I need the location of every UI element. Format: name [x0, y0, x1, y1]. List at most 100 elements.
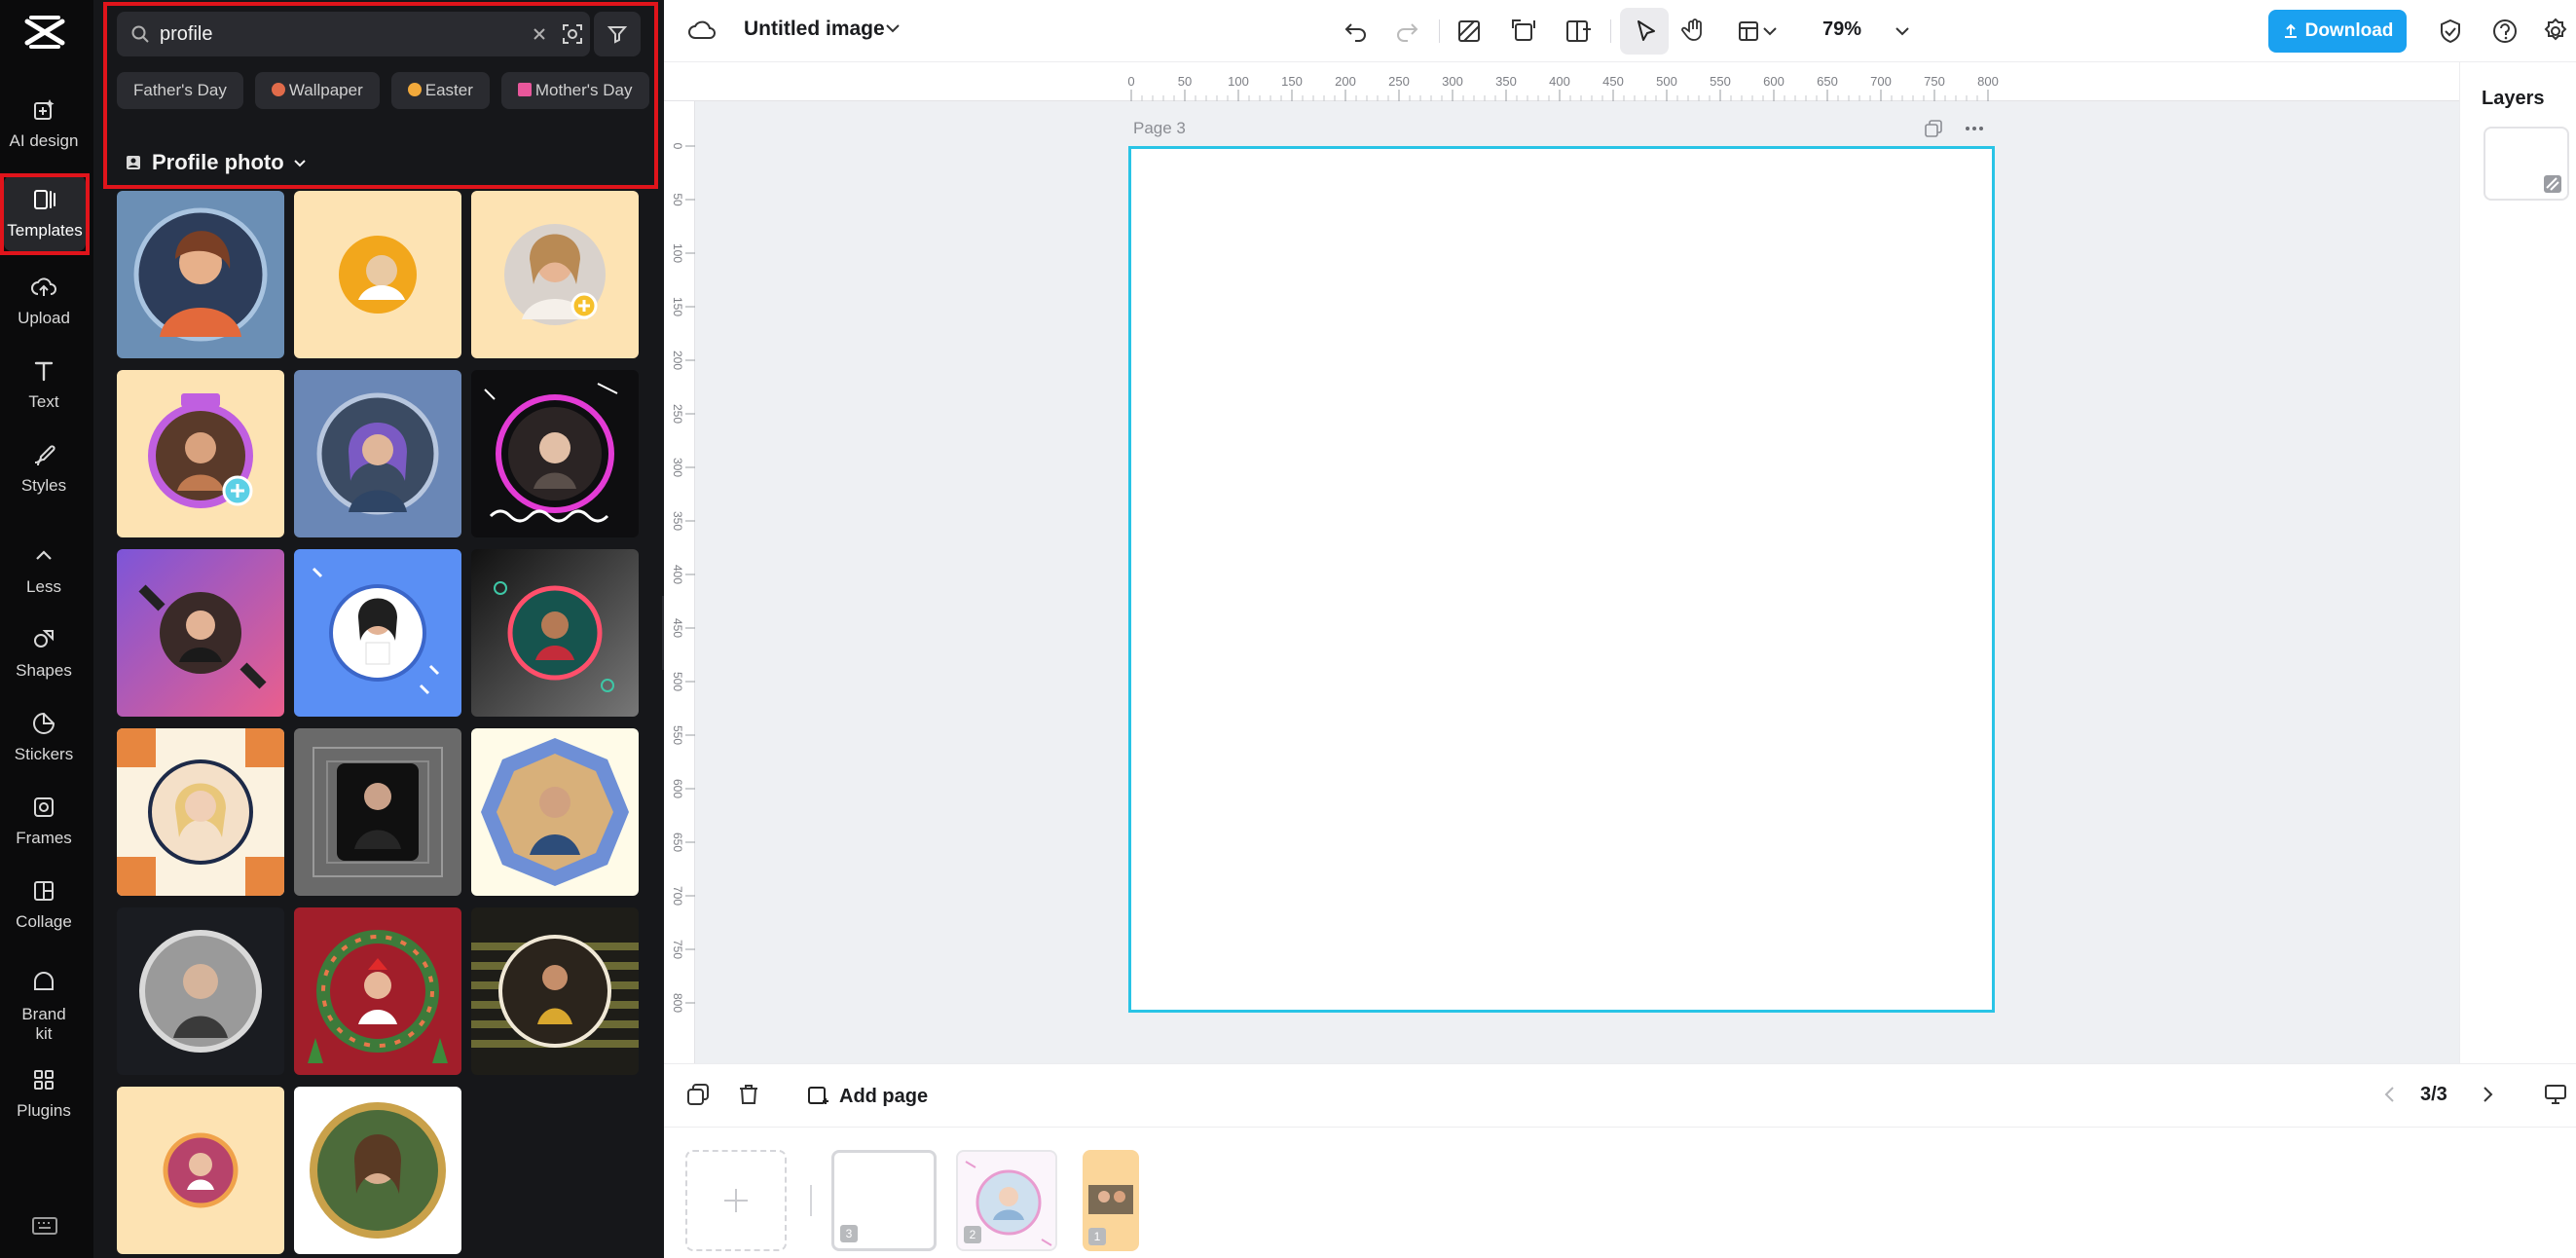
ruler-label: 250	[671, 404, 684, 424]
presentation-icon[interactable]	[2543, 1082, 2568, 1107]
template-preview	[294, 1087, 461, 1254]
chevron-down-icon[interactable]	[882, 18, 903, 39]
chip-fathers-day[interactable]: Father's Day	[117, 72, 243, 109]
more-options-icon[interactable]	[1963, 119, 1986, 138]
template-card[interactable]	[117, 728, 284, 896]
add-page-slot[interactable]	[685, 1150, 787, 1251]
chevron-down-icon[interactable]	[1893, 21, 1912, 41]
section-header-profile-photo[interactable]: Profile photo	[125, 148, 308, 177]
template-card[interactable]	[117, 191, 284, 358]
template-card[interactable]	[471, 549, 639, 717]
rail-item-collage[interactable]: Collage	[0, 867, 88, 943]
template-card[interactable]	[471, 370, 639, 537]
hand-tool-icon[interactable]	[1680, 16, 1710, 45]
rail-item-plugins[interactable]: Plugins	[0, 1055, 88, 1131]
rail-item-shapes[interactable]: Shapes	[0, 615, 88, 691]
page-number: 2	[964, 1226, 981, 1243]
rail-item-ai-design[interactable]: AI design	[0, 86, 88, 162]
template-card[interactable]	[294, 191, 461, 358]
rail-item-label: Brand kit	[21, 1005, 66, 1043]
rail-item-styles[interactable]: Styles	[0, 430, 88, 506]
rail-item-frames[interactable]: Frames	[0, 783, 88, 859]
shield-check-icon[interactable]	[2436, 17, 2465, 46]
template-card[interactable]	[471, 728, 639, 896]
page-label[interactable]: Page 3	[1133, 119, 1186, 138]
cloud-save-icon[interactable]	[687, 17, 717, 46]
design-page-canvas[interactable]	[1128, 146, 1995, 1013]
stickers-icon	[33, 712, 55, 734]
add-element-icon[interactable]	[1564, 17, 1593, 46]
layers-title: Layers	[2482, 88, 2545, 109]
vertical-ruler: 0 50 100 150 200 250 300 350 400 450 500 550 600 650 7…	[664, 101, 695, 1063]
duplicate-page-icon[interactable]	[1924, 119, 1943, 138]
rail-item-less[interactable]: Less	[0, 532, 88, 608]
template-card[interactable]	[294, 907, 461, 1075]
template-card[interactable]	[294, 728, 461, 896]
duplicate-icon[interactable]	[685, 1082, 711, 1107]
rail-item-label: Less	[26, 577, 61, 596]
help-icon[interactable]	[2490, 17, 2520, 46]
rail-item-label: Templates	[7, 221, 83, 240]
rail-item-label: Plugins	[17, 1101, 71, 1120]
ruler-label: 100	[1228, 74, 1249, 89]
rail-item-label: Upload	[18, 309, 70, 327]
rail-item-label: Shapes	[16, 661, 72, 680]
chip-label: Father's Day	[133, 81, 227, 99]
image-search-icon[interactable]	[561, 22, 584, 46]
select-tool-button[interactable]	[1620, 8, 1669, 55]
ruler-label: 100	[671, 243, 684, 263]
chip-mothers-day[interactable]: Mother's Day	[500, 72, 649, 109]
clear-search-icon[interactable]	[530, 24, 549, 44]
upload-arrow-icon	[2284, 23, 2297, 38]
page-thumbnail[interactable]: 1	[1083, 1150, 1139, 1251]
page-thumbnail[interactable]: 2	[956, 1150, 1057, 1251]
canvas-area[interactable]: 0 50 100 150 200 250 300 350 400 450 500 550 600 650 7…	[664, 62, 2459, 1063]
ruler-label: 0	[1127, 74, 1134, 89]
template-card[interactable]	[471, 191, 639, 358]
add-page-button[interactable]: Add page	[806, 1082, 928, 1111]
keyboard-icon[interactable]	[31, 1215, 58, 1237]
zoom-level[interactable]: 79%	[1822, 18, 1861, 41]
chip-wallpaper[interactable]: Wallpaper	[254, 72, 380, 109]
document-title[interactable]: Untitled image	[744, 18, 885, 41]
ruler-label: 0	[671, 143, 684, 150]
chip-easter[interactable]: Easter	[390, 72, 490, 109]
filter-button[interactable]	[594, 12, 641, 56]
rail-item-stickers[interactable]: Stickers	[0, 699, 88, 775]
settings-gear-icon[interactable]	[2541, 17, 2570, 46]
redo-icon[interactable]	[1392, 17, 1421, 46]
template-card[interactable]	[294, 1087, 461, 1254]
template-card[interactable]	[117, 549, 284, 717]
add-page-icon	[808, 1087, 828, 1104]
chevron-down-icon[interactable]	[1760, 21, 1780, 41]
template-card[interactable]	[117, 1087, 284, 1254]
next-page-icon[interactable]	[2477, 1084, 2498, 1105]
resize-icon[interactable]	[1509, 17, 1538, 46]
template-card[interactable]	[117, 907, 284, 1075]
page-number: 1	[1088, 1228, 1106, 1245]
template-search-box	[117, 12, 590, 56]
template-card[interactable]	[294, 549, 461, 717]
layer-item[interactable]	[2484, 127, 2569, 201]
template-card[interactable]	[294, 370, 461, 537]
background-icon[interactable]	[1454, 17, 1484, 46]
trash-icon[interactable]	[736, 1082, 761, 1107]
rail-item-text[interactable]: Text	[0, 347, 88, 423]
rail-item-templates[interactable]: Templates	[4, 175, 86, 251]
prev-page-icon[interactable]	[2379, 1084, 2401, 1105]
template-search-input[interactable]	[160, 19, 491, 49]
rail-item-brand-kit[interactable]: Brand kit	[0, 962, 88, 1052]
download-button[interactable]: Download	[2268, 10, 2407, 53]
ruler-label: 250	[1388, 74, 1410, 89]
ruler-label: 50	[671, 193, 684, 206]
undo-icon[interactable]	[1342, 17, 1371, 46]
ruler-label: 600	[671, 779, 684, 798]
rail-item-upload[interactable]: Upload	[0, 263, 88, 339]
capcut-logo[interactable]	[21, 14, 68, 51]
page-thumbnail[interactable]: 3	[831, 1150, 937, 1251]
template-card[interactable]	[471, 907, 639, 1075]
template-card[interactable]	[117, 370, 284, 537]
page-number: 3	[840, 1225, 858, 1242]
template-preview	[294, 549, 461, 717]
chevron-up-icon	[36, 550, 52, 560]
